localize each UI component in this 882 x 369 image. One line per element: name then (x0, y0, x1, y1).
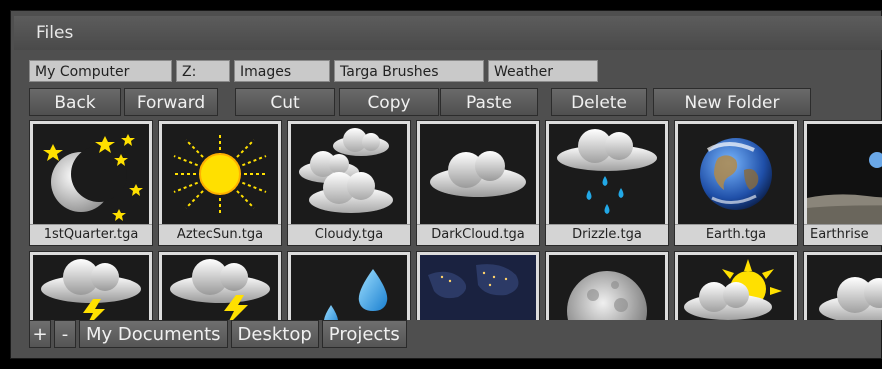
sun-icon (162, 124, 278, 224)
clouds-icon (291, 124, 407, 224)
file-name: 1stQuarter.tga (30, 224, 152, 245)
paste-button[interactable]: Paste (440, 88, 538, 116)
file-name: Earthrise (804, 224, 882, 245)
file-tile[interactable]: Earthrise (803, 120, 882, 246)
file-grid: 1stQuarter.tga AztecSun.tga Cloudy.tga D… (29, 120, 882, 320)
file-tile[interactable]: 1stQuarter.tga (29, 120, 153, 246)
file-tile[interactable] (416, 251, 540, 320)
breadcrumb-my-computer[interactable]: My Computer (29, 60, 172, 82)
tab-my-documents[interactable]: My Documents (79, 320, 228, 348)
tab-desktop[interactable]: Desktop (230, 320, 319, 348)
delete-button[interactable]: Delete (551, 88, 647, 116)
raindrops-icon (291, 255, 407, 320)
file-tile[interactable] (545, 251, 669, 320)
file-tile[interactable] (29, 251, 153, 320)
file-tile[interactable]: AztecSun.tga (158, 120, 282, 246)
file-name: Earth.tga (675, 224, 797, 245)
sun-cloud-icon (678, 255, 794, 320)
breadcrumb-targa-brushes[interactable]: Targa Brushes (334, 60, 484, 82)
new-folder-button[interactable]: New Folder (653, 88, 811, 116)
breadcrumb-z-drive[interactable]: Z: (176, 60, 230, 82)
file-name: AztecSun.tga (159, 224, 281, 245)
cut-button[interactable]: Cut (235, 88, 335, 116)
window-title: Files (14, 16, 882, 50)
file-tile[interactable] (287, 251, 411, 320)
copy-button[interactable]: Copy (339, 88, 439, 116)
earth-icon (678, 124, 794, 224)
file-tile[interactable] (803, 251, 882, 320)
cloud-icon (807, 255, 882, 320)
full-moon-icon (549, 255, 665, 320)
earthrise-icon (807, 124, 882, 224)
tab-projects[interactable]: Projects (321, 320, 407, 348)
file-tile[interactable] (158, 251, 282, 320)
file-tile[interactable] (674, 251, 798, 320)
file-tile[interactable]: Drizzle.tga (545, 120, 669, 246)
breadcrumb: My Computer Z: Images Targa Brushes Weat… (29, 60, 598, 82)
drizzle-icon (549, 124, 665, 224)
forward-button[interactable]: Forward (124, 88, 218, 116)
file-tile[interactable]: Earth.tga (674, 120, 798, 246)
file-name: Drizzle.tga (546, 224, 668, 245)
bottom-bar: + - My Documents Desktop Projects (29, 320, 407, 348)
file-name: DarkCloud.tga (417, 224, 539, 245)
file-name: Cloudy.tga (288, 224, 410, 245)
thunderstorm-icon (162, 255, 278, 320)
thunderstorm-icon (33, 255, 149, 320)
remove-location-button[interactable]: - (54, 320, 76, 348)
file-tile[interactable]: Cloudy.tga (287, 120, 411, 246)
moon-stars-icon (33, 124, 149, 224)
breadcrumb-images[interactable]: Images (234, 60, 330, 82)
back-button[interactable]: Back (29, 88, 121, 116)
breadcrumb-weather[interactable]: Weather (488, 60, 598, 82)
night-earth-icon (420, 255, 536, 320)
add-location-button[interactable]: + (29, 320, 51, 348)
file-tile[interactable]: DarkCloud.tga (416, 120, 540, 246)
cloud-icon (420, 124, 536, 224)
